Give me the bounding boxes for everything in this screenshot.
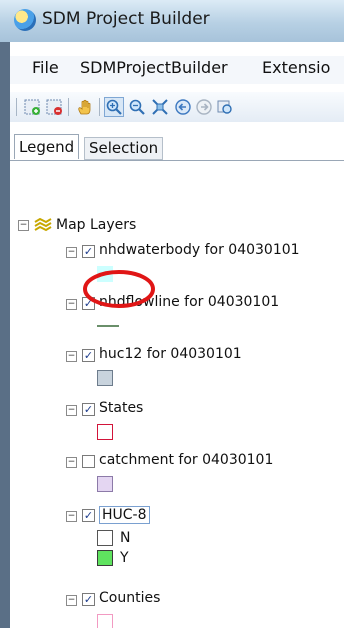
menu-sdmprojectbuilder[interactable]: SDMProjectBuilder bbox=[80, 58, 228, 77]
layer-collapse-toggle[interactable]: − bbox=[66, 405, 77, 416]
layer-visibility-checkbox[interactable]: ✓ bbox=[82, 403, 95, 416]
layer-visibility-checkbox[interactable] bbox=[82, 455, 95, 468]
category-swatch bbox=[97, 550, 113, 566]
fill-symbol bbox=[97, 476, 113, 492]
layer-visibility-checkbox[interactable]: ✓ bbox=[82, 245, 95, 258]
map-layers-icon bbox=[34, 218, 52, 232]
pan-hand-icon[interactable] bbox=[76, 98, 94, 116]
layer-visibility-checkbox[interactable]: ✓ bbox=[82, 593, 95, 606]
layer-collapse-toggle[interactable]: − bbox=[66, 595, 77, 606]
menu-file[interactable]: File bbox=[32, 58, 59, 77]
line-symbol-stroke bbox=[97, 325, 119, 327]
window-left-border bbox=[0, 42, 10, 628]
fill-symbol bbox=[97, 614, 113, 628]
window-title: SDM Project Builder bbox=[42, 9, 210, 29]
collapse-toggle[interactable]: − bbox=[18, 220, 29, 231]
toolbar bbox=[10, 92, 344, 122]
layer-label[interactable]: Counties bbox=[99, 590, 160, 606]
add-layer-icon[interactable] bbox=[23, 98, 41, 116]
zoom-in-icon[interactable] bbox=[104, 97, 124, 117]
layer-label[interactable]: catchment for 04030101 bbox=[99, 452, 273, 468]
toolbar-grip bbox=[16, 98, 17, 116]
toolbar-separator bbox=[68, 98, 69, 116]
toolbar-separator bbox=[99, 98, 100, 116]
menu-bar: File SDMProjectBuilder Extensio bbox=[10, 56, 344, 84]
layer-collapse-toggle[interactable]: − bbox=[66, 247, 77, 258]
legend-tree: − Map Layers − ✓ nhdwaterbody for 04030101… bbox=[10, 162, 344, 628]
remove-layer-icon[interactable] bbox=[45, 98, 63, 116]
zoom-out-icon[interactable] bbox=[128, 98, 146, 116]
forward-arrow-icon[interactable] bbox=[195, 98, 213, 116]
layer-label[interactable]: States bbox=[99, 400, 143, 416]
category-label: N bbox=[120, 530, 131, 546]
layer-visibility-checkbox[interactable]: ✓ bbox=[82, 349, 95, 362]
layer-label[interactable]: nhdwaterbody for 04030101 bbox=[99, 242, 300, 258]
zoom-layer-icon[interactable] bbox=[216, 98, 234, 116]
app-globe-icon bbox=[14, 9, 36, 31]
tab-divider bbox=[10, 160, 344, 161]
category-label: Y bbox=[120, 550, 129, 566]
zoom-extent-icon[interactable] bbox=[151, 98, 169, 116]
layer-label[interactable]: HUC-8 bbox=[99, 506, 150, 524]
layer-visibility-checkbox[interactable]: ✓ bbox=[82, 509, 95, 522]
app-window: SDM Project Builder File SDMProjectBuild… bbox=[0, 0, 344, 628]
panel-tabs: Legend Selection bbox=[10, 134, 344, 160]
category-swatch bbox=[97, 530, 113, 546]
map-layers-label: Map Layers bbox=[56, 217, 137, 233]
tab-legend[interactable]: Legend bbox=[14, 134, 80, 159]
menu-extensions[interactable]: Extensio bbox=[262, 58, 330, 77]
fill-symbol bbox=[97, 424, 113, 440]
line-symbol bbox=[97, 318, 119, 334]
layer-collapse-toggle[interactable]: − bbox=[66, 511, 77, 522]
layer-collapse-toggle[interactable]: − bbox=[66, 351, 77, 362]
layer-collapse-toggle[interactable]: − bbox=[66, 457, 77, 468]
layer-label[interactable]: huc12 for 04030101 bbox=[99, 346, 242, 362]
main-panel: File SDMProjectBuilder Extensio Legend S… bbox=[10, 42, 344, 628]
title-bar[interactable]: SDM Project Builder bbox=[0, 0, 344, 42]
tab-selection[interactable]: Selection bbox=[84, 137, 164, 160]
annotation-circle bbox=[83, 270, 155, 308]
back-arrow-icon[interactable] bbox=[174, 98, 192, 116]
fill-symbol bbox=[97, 370, 113, 386]
